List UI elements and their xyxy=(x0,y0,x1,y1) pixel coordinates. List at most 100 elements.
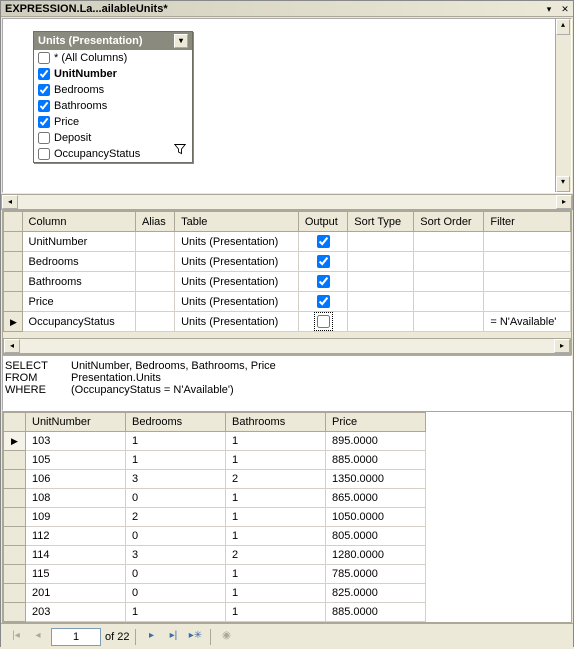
results-cell[interactable]: 1 xyxy=(226,432,326,451)
row-selector[interactable] xyxy=(4,508,26,527)
criteria-cell-sortType[interactable] xyxy=(348,272,414,292)
nav-new-button[interactable]: ▸✳ xyxy=(186,628,204,646)
results-cell[interactable]: 1 xyxy=(226,489,326,508)
results-cell[interactable]: 1 xyxy=(226,584,326,603)
criteria-cell-column[interactable]: Price xyxy=(22,292,135,312)
results-cell[interactable]: 0 xyxy=(126,584,226,603)
criteria-cell-column[interactable]: OccupancyStatus xyxy=(22,312,135,332)
criteria-cell-sortType[interactable] xyxy=(348,232,414,252)
criteria-cell-sortOrder[interactable] xyxy=(414,292,484,312)
row-selector[interactable] xyxy=(4,565,26,584)
table-diagram-header[interactable]: Units (Presentation) ▾ xyxy=(34,32,192,50)
results-cell[interactable]: 108 xyxy=(26,489,126,508)
row-selector[interactable] xyxy=(4,527,26,546)
criteria-cell-column[interactable]: UnitNumber xyxy=(22,232,135,252)
criteria-row[interactable]: ▶OccupancyStatusUnits (Presentation)= N'… xyxy=(4,312,571,332)
criteria-cell-filter[interactable]: = N'Available' xyxy=(484,312,571,332)
results-cell[interactable]: 3 xyxy=(126,546,226,565)
results-row[interactable]: 20311885.0000 xyxy=(4,603,426,622)
results-cell[interactable]: 1 xyxy=(226,527,326,546)
column-header[interactable]: Column xyxy=(22,212,135,232)
results-row[interactable]: 11201805.0000 xyxy=(4,527,426,546)
results-cell[interactable]: 1 xyxy=(126,432,226,451)
column-checkbox-row[interactable]: Bedrooms xyxy=(34,82,192,98)
column-header[interactable]: Sort Type xyxy=(348,212,414,232)
table-diagram-menu-icon[interactable]: ▾ xyxy=(174,34,188,48)
results-cell[interactable]: 865.0000 xyxy=(326,489,426,508)
row-selector[interactable] xyxy=(4,603,26,622)
column-header[interactable]: Table xyxy=(175,212,299,232)
nav-position-input[interactable] xyxy=(51,628,101,646)
column-checkbox-row[interactable]: * (All Columns) xyxy=(34,50,192,66)
nav-last-button[interactable]: ▸| xyxy=(164,628,182,646)
results-cell[interactable]: 1 xyxy=(226,451,326,470)
column-header[interactable]: Alias xyxy=(135,212,174,232)
results-cell[interactable]: 0 xyxy=(126,489,226,508)
table-diagram[interactable]: Units (Presentation) ▾ * (All Columns)Un… xyxy=(33,31,193,163)
output-checkbox[interactable] xyxy=(317,275,330,288)
column-checkbox[interactable] xyxy=(38,100,50,112)
column-header[interactable]: Price xyxy=(326,413,426,432)
criteria-row[interactable]: BathroomsUnits (Presentation) xyxy=(4,272,571,292)
row-selector[interactable] xyxy=(4,272,23,292)
criteria-cell-sortOrder[interactable] xyxy=(414,272,484,292)
column-checkbox-row[interactable]: Price xyxy=(34,114,192,130)
results-cell[interactable]: 2 xyxy=(226,470,326,489)
nav-next-button[interactable]: ▸ xyxy=(142,628,160,646)
column-checkbox[interactable] xyxy=(38,68,50,80)
results-cell[interactable]: 825.0000 xyxy=(326,584,426,603)
criteria-cell-sortType[interactable] xyxy=(348,252,414,272)
criteria-row[interactable]: Price Units (Presentation) xyxy=(4,292,571,312)
results-cell[interactable]: 3 xyxy=(126,470,226,489)
results-cell[interactable]: 105 xyxy=(26,451,126,470)
nav-first-button[interactable]: |◂ xyxy=(7,628,25,646)
criteria-cell-alias[interactable] xyxy=(135,252,174,272)
criteria-cell-sortOrder[interactable] xyxy=(414,252,484,272)
criteria-cell-output[interactable] xyxy=(298,272,347,292)
results-cell[interactable]: 1 xyxy=(226,565,326,584)
column-header[interactable]: Filter xyxy=(484,212,571,232)
row-selector[interactable] xyxy=(4,489,26,508)
dropdown-icon[interactable]: ▾ xyxy=(541,2,557,16)
results-row[interactable]: 109211050.0000 xyxy=(4,508,426,527)
criteria-cell-table[interactable]: Units (Presentation) xyxy=(175,312,299,332)
criteria-grid[interactable]: Column Alias Table Output Sort Type Sort… xyxy=(3,211,571,332)
results-row[interactable]: ▶10311895.0000 xyxy=(4,432,426,451)
results-cell[interactable]: 805.0000 xyxy=(326,527,426,546)
results-row[interactable]: 10511885.0000 xyxy=(4,451,426,470)
scroll-up-icon[interactable]: ▴ xyxy=(556,19,570,35)
results-cell[interactable]: 2 xyxy=(226,546,326,565)
results-cell[interactable]: 1280.0000 xyxy=(326,546,426,565)
criteria-cell-output[interactable] xyxy=(298,312,347,332)
column-header[interactable]: Output xyxy=(298,212,347,232)
criteria-cell-output[interactable] xyxy=(298,252,347,272)
scroll-down-icon[interactable]: ▾ xyxy=(556,176,570,192)
column-checkbox[interactable] xyxy=(38,132,50,144)
tab-title[interactable]: EXPRESSION.La...ailableUnits* xyxy=(5,3,541,15)
diagram-horizontal-scrollbar[interactable]: ◂ ▸ xyxy=(1,194,573,210)
results-cell[interactable]: 109 xyxy=(26,508,126,527)
criteria-cell-alias[interactable] xyxy=(135,272,174,292)
results-row[interactable]: 20101825.0000 xyxy=(4,584,426,603)
nav-stop-button[interactable]: ◉ xyxy=(217,628,235,646)
row-selector[interactable] xyxy=(4,292,23,312)
criteria-cell-output[interactable] xyxy=(298,232,347,252)
column-header[interactable]: Bathrooms xyxy=(226,413,326,432)
row-selector[interactable] xyxy=(4,584,26,603)
results-cell[interactable]: 2 xyxy=(126,508,226,527)
results-cell[interactable]: 1 xyxy=(126,451,226,470)
criteria-cell-table[interactable]: Units (Presentation) xyxy=(175,292,299,312)
row-selector[interactable] xyxy=(4,232,23,252)
criteria-row[interactable]: BedroomsUnits (Presentation) xyxy=(4,252,571,272)
criteria-cell-table[interactable]: Units (Presentation) xyxy=(175,252,299,272)
results-cell[interactable]: 895.0000 xyxy=(326,432,426,451)
diagram-vertical-scrollbar[interactable]: ▴ ▾ xyxy=(555,19,571,192)
criteria-row[interactable]: UnitNumberUnits (Presentation) xyxy=(4,232,571,252)
column-header[interactable]: Sort Order xyxy=(414,212,484,232)
criteria-cell-column[interactable]: Bathrooms xyxy=(22,272,135,292)
criteria-cell-output[interactable] xyxy=(298,292,347,312)
criteria-cell-sortOrder[interactable] xyxy=(414,312,484,332)
column-checkbox[interactable] xyxy=(38,148,50,160)
column-checkbox-row[interactable]: Deposit xyxy=(34,130,192,146)
results-cell[interactable]: 1 xyxy=(226,603,326,622)
